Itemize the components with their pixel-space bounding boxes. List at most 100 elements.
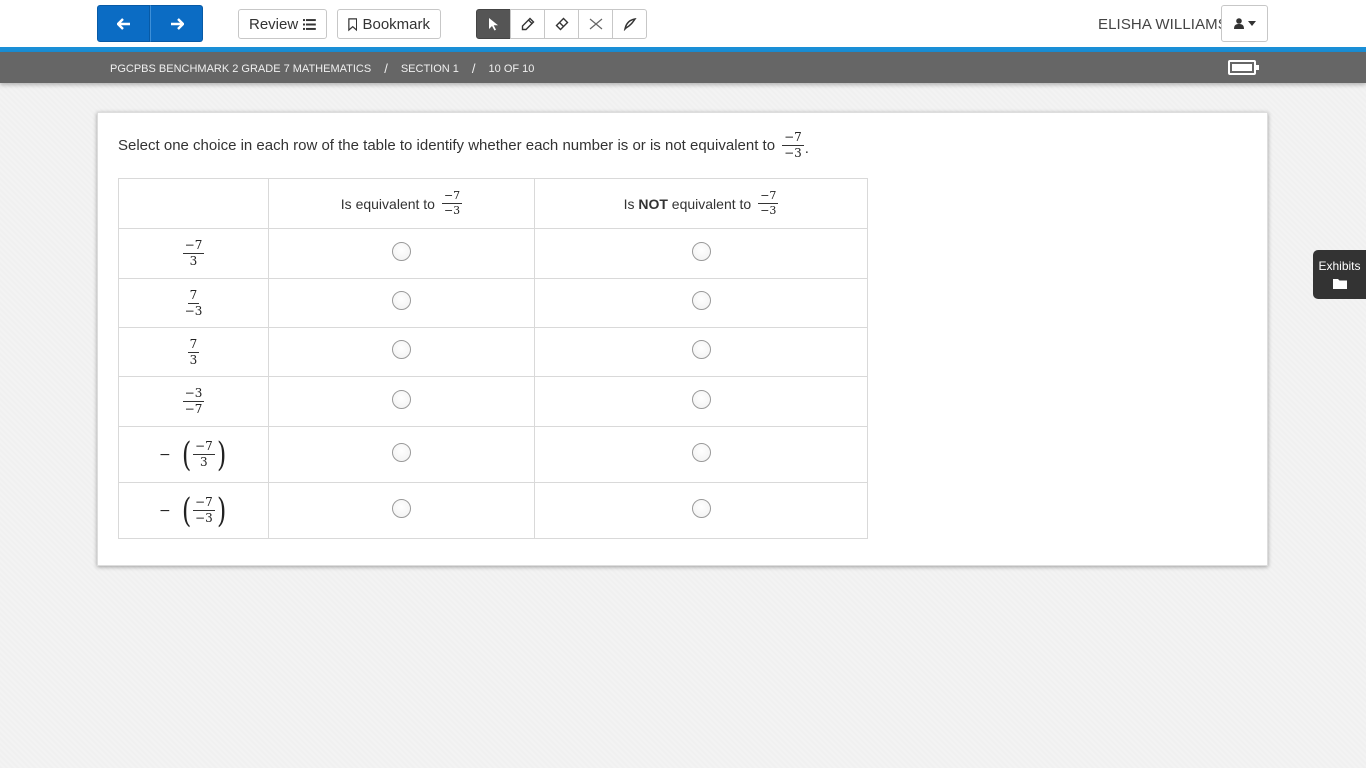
- tool-group: [476, 9, 647, 39]
- next-button[interactable]: [150, 5, 203, 42]
- column-header-fraction: −7 −3: [758, 189, 779, 217]
- user-name: ELISHA WILLIAMS: [1098, 16, 1228, 33]
- fraction-numerator: −3: [182, 386, 205, 402]
- fraction-denominator: 3: [189, 254, 198, 268]
- right-paren: ): [216, 434, 226, 475]
- row-label: − ( −7 −3 ): [118, 482, 269, 539]
- user-icon: [1233, 18, 1244, 29]
- radio-equivalent[interactable]: [392, 498, 411, 518]
- option-cell-equivalent: [268, 228, 535, 279]
- fraction-denominator: 3: [200, 455, 208, 469]
- row-label: 7 −3: [118, 278, 269, 328]
- fraction-denominator: −3: [760, 204, 777, 217]
- radio-equivalent[interactable]: [392, 241, 411, 261]
- question-card: Select one choice in each row of the tab…: [97, 112, 1268, 566]
- column-header-text-after: equivalent to: [667, 195, 752, 212]
- exhibits-label: Exhibits: [1318, 259, 1361, 273]
- option-cell-equivalent: [268, 327, 535, 377]
- fraction-numerator: −7: [193, 495, 215, 511]
- table-row: 7 −3: [118, 278, 868, 328]
- corner-header: [118, 178, 269, 229]
- row-fraction: 7 3: [187, 338, 200, 366]
- eraser-tool[interactable]: [544, 9, 579, 39]
- fraction-numerator: −7: [441, 189, 463, 204]
- column-header-not-equivalent: Is NOT equivalent to −7 −3: [534, 178, 868, 229]
- pointer-tool[interactable]: [476, 9, 511, 39]
- line-reader-tool[interactable]: [612, 9, 647, 39]
- strikethrough-icon: [589, 18, 602, 30]
- option-cell-not-equivalent: [534, 327, 868, 377]
- table-row: − ( −7 3 ): [118, 426, 868, 483]
- negation-sign: −: [159, 502, 171, 519]
- bookmark-icon: [348, 17, 358, 31]
- column-header-fraction: −7 −3: [441, 189, 463, 216]
- eraser-icon: [555, 17, 568, 31]
- list-icon: [303, 18, 316, 30]
- option-cell-not-equivalent: [534, 228, 868, 279]
- row-fraction: −3 −7: [182, 386, 205, 415]
- pointer-icon: [488, 18, 498, 31]
- option-cell-not-equivalent: [534, 376, 868, 427]
- column-header-emphasis: NOT: [638, 195, 668, 212]
- exhibits-button[interactable]: Exhibits: [1313, 250, 1366, 299]
- radio-not-equivalent[interactable]: [691, 291, 711, 310]
- breadcrumb-separator: /: [384, 61, 388, 76]
- negation-sign: −: [159, 446, 171, 463]
- fraction-numerator: 7: [187, 287, 200, 304]
- column-header-text: Is equivalent to: [340, 195, 435, 212]
- highlighter-tool[interactable]: [510, 9, 545, 39]
- row-fraction: −7 3: [193, 440, 215, 468]
- option-cell-equivalent: [268, 426, 535, 483]
- breadcrumb-separator: /: [471, 61, 476, 76]
- choice-matrix: Is equivalent to −7 −3 Is NOT equivalent…: [118, 178, 868, 539]
- folder-icon: [1332, 279, 1347, 289]
- question-prompt: Select one choice in each row of the tab…: [118, 131, 809, 159]
- column-header-text: Is: [623, 195, 639, 212]
- fraction-denominator: −3: [184, 303, 203, 318]
- option-cell-equivalent: [268, 482, 535, 539]
- option-cell-equivalent: [268, 278, 535, 328]
- radio-not-equivalent[interactable]: [691, 389, 711, 409]
- table-row: 7 3: [118, 327, 868, 377]
- fraction-numerator: −7: [193, 439, 215, 455]
- user-menu-button[interactable]: [1221, 5, 1268, 42]
- bookmark-label: Bookmark: [362, 15, 430, 33]
- row-expression: − ( −7 3 ): [159, 438, 228, 472]
- caret-down-icon: [1247, 21, 1256, 26]
- left-paren: (: [181, 434, 192, 475]
- radio-not-equivalent[interactable]: [691, 241, 711, 261]
- bookmark-button[interactable]: Bookmark: [337, 9, 441, 39]
- strikethrough-tool[interactable]: [578, 9, 613, 39]
- radio-not-equivalent[interactable]: [691, 498, 711, 518]
- review-button[interactable]: Review: [238, 9, 327, 39]
- radio-equivalent[interactable]: [392, 442, 411, 462]
- fraction-denominator: −3: [784, 145, 802, 160]
- fraction-numerator: −7: [758, 189, 779, 204]
- radio-not-equivalent[interactable]: [691, 442, 711, 462]
- right-paren: ): [216, 490, 226, 531]
- table-row: −3 −7: [118, 376, 868, 427]
- row-label: − ( −7 3 ): [118, 426, 269, 483]
- radio-equivalent[interactable]: [392, 340, 411, 359]
- navigation-group: [97, 5, 203, 42]
- arrow-right-icon: [170, 17, 184, 30]
- top-toolbar: Review Bookmark ELISHA WILLIAMS: [0, 0, 1366, 47]
- back-button[interactable]: [97, 5, 150, 42]
- row-label: 7 3: [118, 327, 269, 377]
- prompt-text: Select one choice in each row of the tab…: [118, 136, 776, 154]
- row-label: −3 −7: [118, 376, 269, 427]
- fraction-numerator: −7: [182, 238, 205, 254]
- radio-not-equivalent[interactable]: [691, 340, 711, 359]
- fraction-numerator: −7: [782, 130, 804, 146]
- table-row: − ( −7 −3 ): [118, 482, 868, 539]
- row-fraction: −7 3: [182, 238, 205, 268]
- option-cell-not-equivalent: [534, 278, 868, 328]
- review-label: Review: [249, 15, 299, 33]
- arrow-left-icon: [116, 17, 130, 30]
- question-progress: 10 OF 10: [488, 62, 535, 75]
- column-header-equivalent: Is equivalent to −7 −3: [268, 178, 535, 229]
- option-cell-equivalent: [268, 376, 535, 427]
- radio-equivalent[interactable]: [392, 291, 411, 310]
- radio-equivalent[interactable]: [392, 389, 411, 409]
- target-fraction: −7 −3: [782, 131, 804, 159]
